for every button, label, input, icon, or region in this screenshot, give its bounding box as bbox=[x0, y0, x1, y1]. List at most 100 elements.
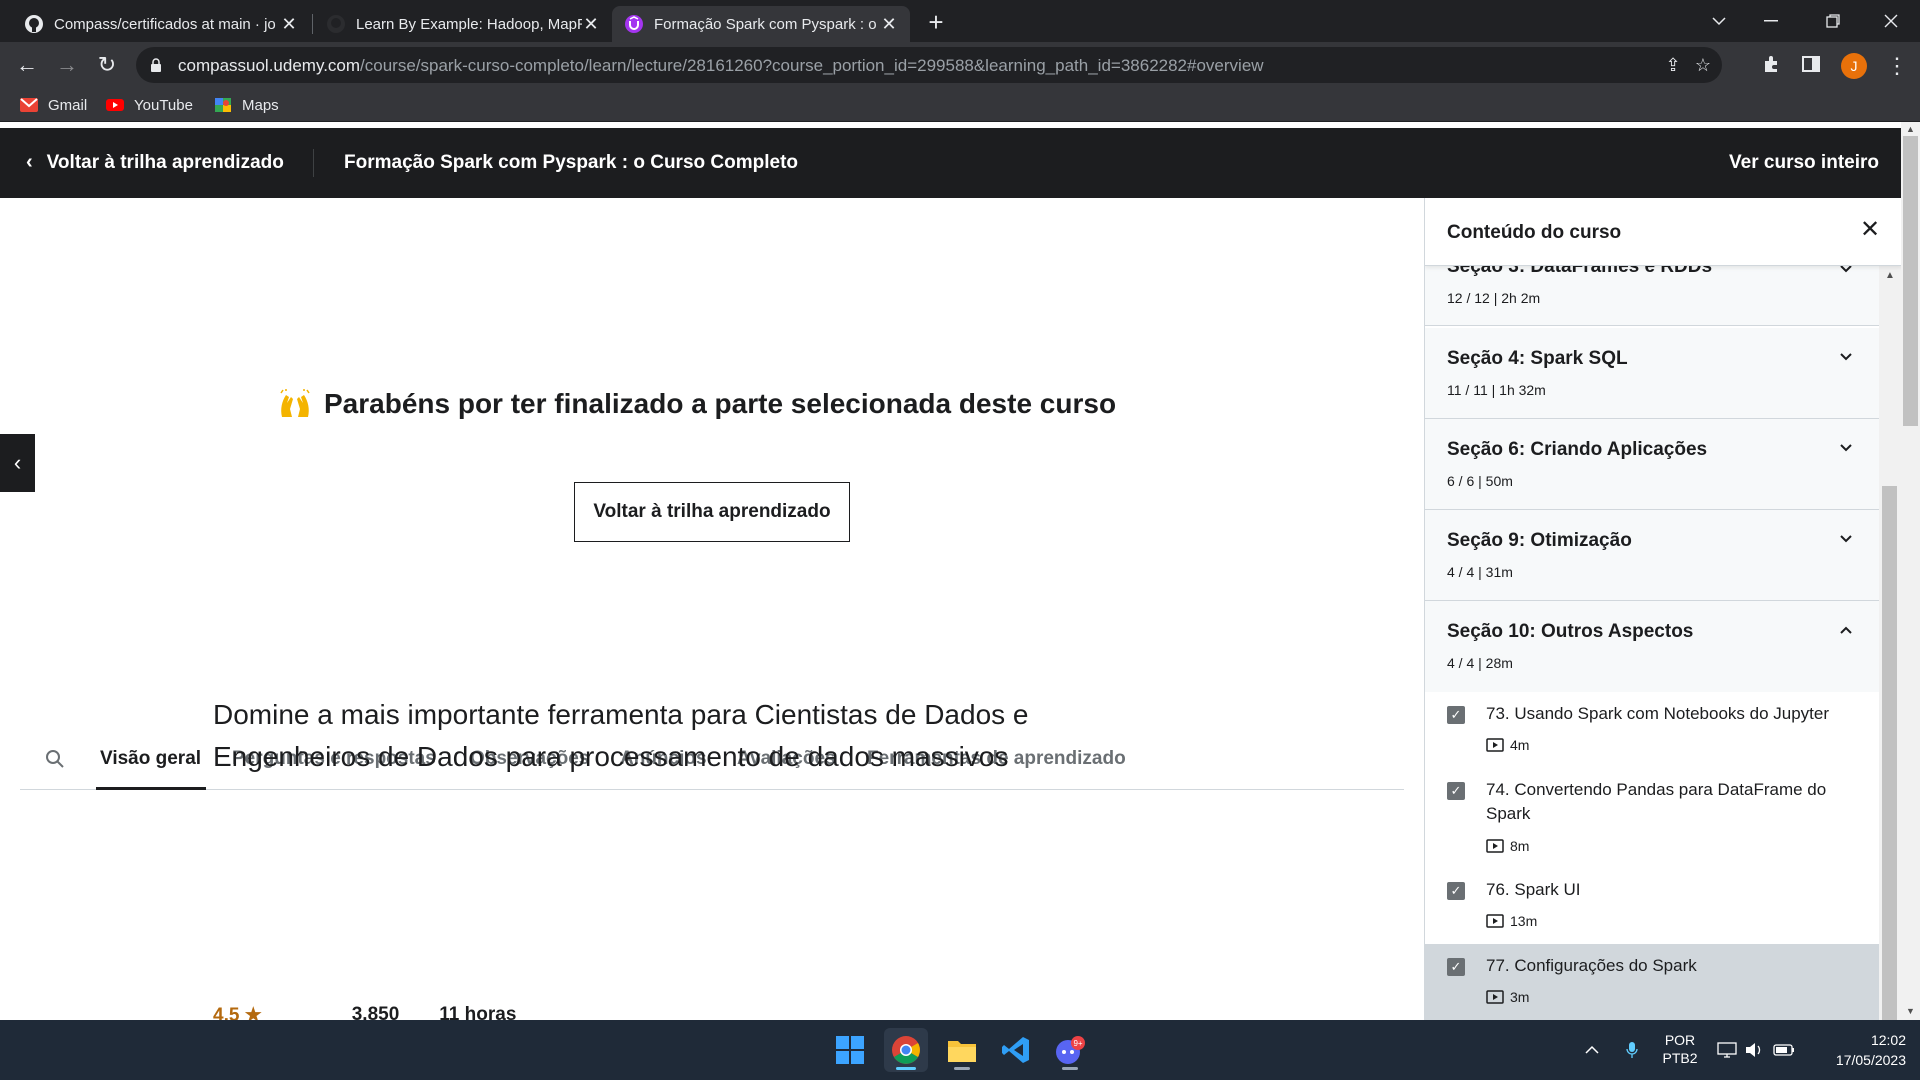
course-title: Formação Spark com Pyspark : o Curso Com… bbox=[344, 152, 799, 173]
section-title: Seção 6: Criando Aplicações bbox=[1447, 439, 1708, 460]
discord-icon[interactable]: 9+ bbox=[1048, 1028, 1092, 1072]
lecture-duration: 13m bbox=[1486, 913, 1537, 929]
lecture-title: 73. Usando Spark com Notebooks do Jupyte… bbox=[1486, 704, 1830, 723]
bookmark-youtube[interactable]: YouTube bbox=[106, 94, 193, 116]
page-scrollbar-thumb[interactable] bbox=[1903, 136, 1918, 426]
video-icon bbox=[1486, 738, 1504, 752]
close-icon[interactable]: ✕ bbox=[880, 15, 898, 33]
vscode-icon[interactable] bbox=[994, 1028, 1038, 1072]
language-code: POR bbox=[1664, 1032, 1696, 1048]
completed-checkbox[interactable]: ✓ bbox=[1447, 958, 1465, 976]
lecture-item[interactable]: ✓ 76. Spark UI 13m bbox=[1425, 868, 1879, 944]
expand-sidebar-button[interactable]: ‹ bbox=[0, 434, 35, 492]
chevron-down-icon bbox=[1840, 444, 1852, 452]
bookmark-star-icon[interactable]: ☆ bbox=[1692, 54, 1714, 76]
sidebar-scrollbar-thumb[interactable] bbox=[1882, 486, 1897, 1020]
close-icon[interactable]: ✕ bbox=[1858, 218, 1882, 242]
bookmark-gmail[interactable]: Gmail bbox=[20, 94, 87, 116]
share-icon[interactable]: ⇪ bbox=[1662, 54, 1684, 76]
lecture-item[interactable]: ✓ 74. Convertendo Pandas para DataFrame … bbox=[1425, 768, 1879, 868]
lecture-item[interactable]: ✓ 73. Usando Spark com Notebooks do Jupy… bbox=[1425, 692, 1879, 768]
duration-text: 3m bbox=[1510, 989, 1530, 1005]
lecture-duration: 8m bbox=[1486, 838, 1529, 854]
tab-github-certificados[interactable]: Compass/certificados at main · jo ✕ bbox=[12, 6, 310, 42]
scroll-up-arrow-icon[interactable]: ▲ bbox=[1884, 270, 1896, 282]
bookmarks-bar: Gmail YouTube Maps bbox=[0, 88, 1920, 122]
section-item[interactable]: Seção 6: Criando Aplicações 6 / 6 | 50m bbox=[1425, 419, 1879, 510]
section-item[interactable]: Seção 9: Otimização 4 / 4 | 31m bbox=[1425, 510, 1879, 601]
minimize-button[interactable] bbox=[1746, 0, 1796, 42]
bookmark-maps[interactable]: Maps bbox=[214, 94, 279, 116]
duration-text: 8m bbox=[1510, 838, 1530, 854]
duration-text: 13m bbox=[1510, 913, 1538, 929]
tab-udemy-spark[interactable]: Formação Spark com Pyspark : o ✕ bbox=[612, 6, 910, 42]
battery-icon[interactable] bbox=[1770, 1020, 1798, 1080]
section-title: Seção 10: Outros Aspectos bbox=[1447, 621, 1694, 642]
close-icon[interactable]: ✕ bbox=[280, 15, 298, 33]
section-title: Seção 9: Otimização bbox=[1447, 530, 1632, 551]
completed-checkbox[interactable]: ✓ bbox=[1447, 706, 1465, 724]
back-link-label: Voltar à trilha aprendizado bbox=[46, 151, 284, 173]
forward-arrow-icon[interactable]: → bbox=[52, 50, 82, 80]
windows-start-icon[interactable] bbox=[828, 1028, 872, 1072]
restore-button[interactable] bbox=[1808, 0, 1858, 42]
url-path: /course/spark-curso-completo/learn/lectu… bbox=[360, 56, 1264, 75]
section-item-expanded[interactable]: Seção 10: Outros Aspectos 4 / 4 | 28m bbox=[1425, 601, 1879, 692]
lecture-item-current[interactable]: ✓ 77. Configurações do Spark 3m bbox=[1425, 944, 1879, 1020]
close-window-button[interactable] bbox=[1866, 0, 1916, 42]
profile-avatar[interactable]: J bbox=[1841, 53, 1867, 79]
completed-checkbox[interactable]: ✓ bbox=[1447, 882, 1465, 900]
student-count: 3.850 bbox=[351, 1004, 400, 1020]
search-icon[interactable] bbox=[44, 748, 66, 770]
back-to-learning-path-button[interactable]: Voltar à trilha aprendizado bbox=[574, 482, 850, 542]
bookmark-label: Maps bbox=[242, 96, 279, 114]
lecture-title: 77. Configurações do Spark bbox=[1486, 956, 1697, 975]
sidebar-title: Conteúdo do curso bbox=[1447, 222, 1622, 243]
active-app-indicator bbox=[896, 1067, 916, 1070]
course-description: Domine a mais importante ferramenta para… bbox=[213, 699, 1029, 772]
network-icon[interactable] bbox=[1714, 1020, 1740, 1080]
header-divider bbox=[313, 149, 314, 177]
chrome-icon[interactable] bbox=[884, 1028, 928, 1072]
sidebar-scroll-area[interactable]: Seção 3: DataFrames e RDDs 12 / 12 | 2h … bbox=[1425, 198, 1879, 1020]
volume-icon[interactable] bbox=[1742, 1020, 1768, 1080]
sidebar-scrollbar[interactable]: ▲ bbox=[1879, 266, 1901, 1020]
lock-icon bbox=[151, 58, 161, 72]
close-icon[interactable]: ✕ bbox=[582, 15, 600, 33]
section-meta: 4 / 4 | 31m bbox=[1447, 564, 1513, 580]
new-tab-button[interactable]: + bbox=[922, 8, 950, 36]
section-meta: 11 / 11 | 1h 32m bbox=[1447, 382, 1546, 398]
language-indicator[interactable]: POR PTB2 bbox=[1656, 1031, 1704, 1067]
tab-label: Learn By Example: Hadoop, MapR bbox=[356, 15, 582, 33]
completed-checkbox[interactable]: ✓ bbox=[1447, 782, 1465, 800]
section-item[interactable]: Seção 4: Spark SQL 11 / 11 | 1h 32m bbox=[1425, 328, 1879, 419]
file-explorer-icon[interactable] bbox=[940, 1028, 984, 1072]
extensions-puzzle-icon[interactable] bbox=[1760, 55, 1782, 77]
url-text[interactable]: compassuol.udemy.com/course/spark-curso-… bbox=[178, 56, 1264, 76]
scroll-up-arrow-icon[interactable]: ▲ bbox=[1905, 124, 1916, 135]
back-to-learning-path-link[interactable]: ‹ Voltar à trilha aprendizado bbox=[26, 151, 284, 174]
keyboard-layout: PTB2 bbox=[1662, 1050, 1698, 1066]
scroll-down-arrow-icon[interactable]: ▼ bbox=[1905, 1006, 1916, 1017]
tab-search-chevron-icon[interactable] bbox=[1694, 0, 1744, 42]
browser-toolbar: ← → ↻ compassuol.udemy.com/course/spark-… bbox=[0, 42, 1920, 88]
reload-icon[interactable]: ↻ bbox=[92, 50, 122, 80]
course-hours: 11 horas bbox=[439, 1004, 517, 1020]
system-clock[interactable]: 12:02 17/05/2023 bbox=[1810, 1030, 1906, 1070]
back-arrow-icon[interactable]: ← bbox=[12, 50, 42, 80]
section-meta: 6 / 6 | 50m bbox=[1447, 473, 1513, 489]
lecture-duration: 4m bbox=[1486, 737, 1529, 753]
tab-github-learn-by-example[interactable]: Learn By Example: Hadoop, MapR ✕ bbox=[314, 6, 612, 42]
lecture-title: 76. Spark UI bbox=[1486, 880, 1581, 899]
tab-overview[interactable]: Visão geral bbox=[100, 748, 201, 770]
running-app-indicator bbox=[954, 1067, 970, 1070]
tray-chevron-up-icon[interactable] bbox=[1580, 1020, 1604, 1080]
page-scrollbar[interactable]: ▲ ▼ bbox=[1901, 122, 1920, 1020]
address-bar[interactable]: compassuol.udemy.com/course/spark-curso-… bbox=[136, 47, 1722, 83]
side-panel-icon[interactable] bbox=[1800, 55, 1822, 77]
microphone-icon[interactable] bbox=[1620, 1020, 1644, 1080]
more-menu-icon[interactable]: ⋮ bbox=[1886, 52, 1908, 80]
clock-time: 12:02 bbox=[1870, 1032, 1906, 1048]
browser-tab-bar: Compass/certificados at main · jo ✕ Lear… bbox=[0, 0, 1920, 42]
view-full-course-link[interactable]: Ver curso inteiro bbox=[1729, 152, 1879, 174]
